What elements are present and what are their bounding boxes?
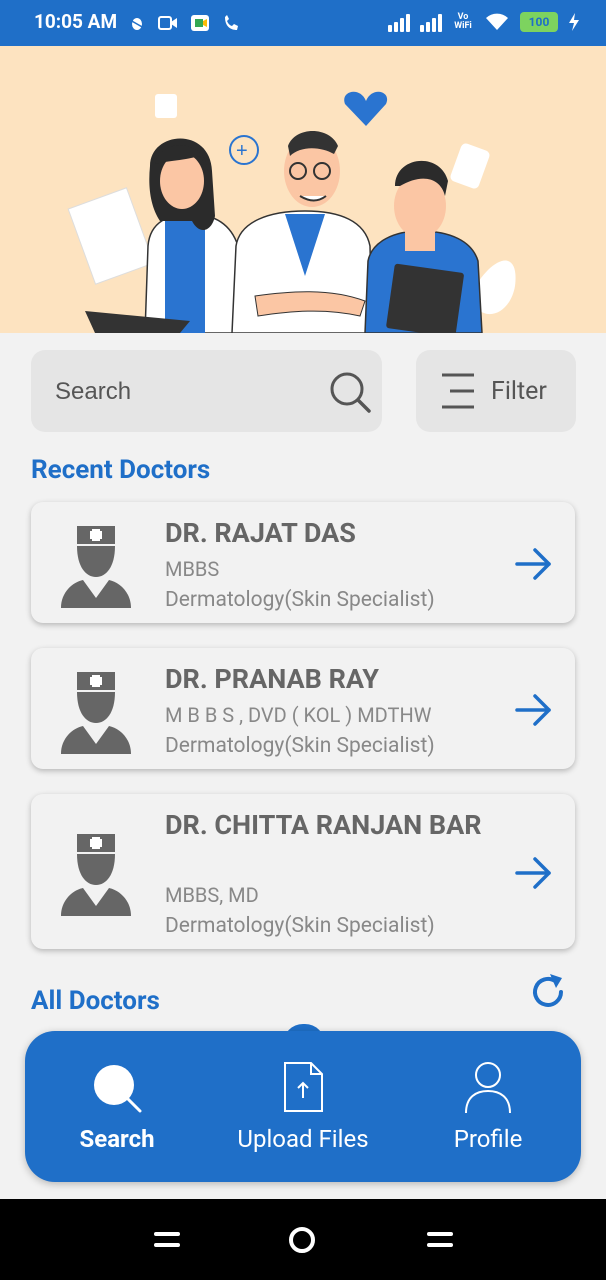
search-icon[interactable] — [328, 370, 372, 414]
battery-level: 100 — [528, 15, 550, 29]
back-button-icon[interactable] — [425, 1229, 455, 1251]
doctor-card[interactable]: DR. RAJAT DAS MBBS Dermatology(Skin Spec… — [31, 502, 575, 623]
doctor-card[interactable]: DR. PRANAB RAY M B B S , DVD ( KOL ) MDT… — [31, 648, 575, 769]
bottom-navigation: Search Upload Files Profile — [25, 1031, 581, 1182]
nav-profile-label: Profile — [453, 1125, 523, 1153]
nav-upload-label: Upload Files — [237, 1125, 369, 1153]
system-navigation-bar — [0, 1199, 606, 1280]
home-button-icon[interactable] — [288, 1226, 316, 1254]
nav-profile[interactable]: Profile — [398, 1031, 578, 1182]
call-icon — [225, 15, 238, 30]
signal-icon-2 — [420, 12, 442, 32]
arrow-right-icon[interactable] — [515, 692, 553, 728]
doctor-avatar-icon — [61, 834, 131, 916]
recents-button-icon[interactable] — [152, 1229, 182, 1251]
doctor-specialty: Dermatology(Skin Specialist) — [165, 588, 435, 612]
arrow-right-icon[interactable] — [515, 855, 553, 891]
all-doctors-heading: All Doctors — [31, 986, 160, 1016]
filter-button[interactable]: Filter — [416, 350, 576, 432]
search-nav-icon — [94, 1065, 142, 1113]
status-bar: 10:05 AM Vo WiFi 100 — [0, 0, 606, 46]
system-icons: Vo WiFi 100 — [388, 12, 580, 32]
notification-icons — [128, 14, 242, 32]
doctor-name: DR. CHITTA RANJAN BAR — [165, 809, 482, 841]
wifi-icon — [486, 13, 508, 30]
doctor-degree: MBBS — [165, 557, 220, 581]
refresh-icon[interactable] — [528, 972, 568, 1012]
doctor-avatar-icon — [61, 672, 131, 754]
vowifi-label: Vo WiFi — [454, 12, 472, 31]
filter-icon — [442, 373, 474, 409]
doctor-card[interactable]: DR. CHITTA RANJAN BAR MBBS, MD Dermatolo… — [31, 794, 575, 949]
doctor-degree: MBBS, MD — [165, 883, 259, 907]
nav-upload-files[interactable]: Upload Files — [213, 1031, 393, 1182]
svg-text:+: + — [236, 140, 248, 162]
doctor-specialty: Dermatology(Skin Specialist) — [165, 914, 435, 938]
doctor-name: DR. RAJAT DAS — [165, 517, 356, 549]
upload-file-icon — [284, 1062, 323, 1112]
filter-label: Filter — [491, 377, 547, 406]
status-time: 10:05 AM — [34, 10, 118, 33]
doctor-specialty: Dermatology(Skin Specialist) — [165, 734, 435, 758]
nav-search-label: Search — [79, 1125, 155, 1153]
nav-search[interactable]: Search — [27, 1031, 207, 1182]
recent-doctors-heading: Recent Doctors — [31, 455, 211, 485]
bug-icon — [129, 18, 145, 30]
video-icon — [158, 16, 177, 30]
doctor-name: DR. PRANAB RAY — [165, 663, 380, 695]
meet-icon — [191, 15, 209, 31]
doctors-illustration: + — [0, 46, 606, 333]
battery-icon: 100 — [520, 12, 558, 32]
charging-icon — [569, 13, 579, 31]
doctor-degree: M B B S , DVD ( KOL ) MDTHW — [165, 703, 432, 727]
search-box[interactable] — [31, 350, 382, 432]
doctor-avatar-icon — [61, 526, 131, 608]
profile-icon — [465, 1062, 511, 1114]
search-input[interactable] — [53, 372, 317, 412]
doctors-illustration-art: + — [67, 91, 516, 333]
signal-icon — [388, 12, 410, 32]
arrow-right-icon[interactable] — [515, 546, 553, 582]
